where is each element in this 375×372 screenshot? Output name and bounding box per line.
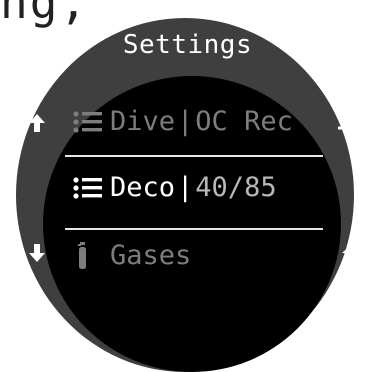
list-icon: [72, 107, 106, 137]
cropped-header-text: ng,: [0, 0, 90, 29]
arrow-down-icon[interactable]: [27, 242, 47, 264]
menu-item-value: 40/85: [195, 172, 277, 203]
menu-item-separator: |: [177, 106, 194, 137]
page-title: Settings: [122, 30, 253, 60]
menu-item-label: Dive: [110, 106, 176, 137]
menu-item-gases[interactable]: Gases: [72, 240, 191, 271]
menu-item-deco[interactable]: Deco | 40/85: [72, 172, 277, 203]
menu-item-separator: |: [177, 172, 194, 203]
menu-item-label: Gases: [110, 240, 192, 271]
divider: [65, 155, 323, 157]
gas-cylinder-icon: [72, 241, 106, 271]
menu-item-dive[interactable]: Dive | OC Rec: [72, 106, 293, 137]
arrow-up-icon[interactable]: [27, 112, 47, 134]
enter-icon[interactable]: [337, 116, 365, 140]
menu-item-label: Deco: [110, 172, 176, 203]
divider: [65, 228, 323, 230]
home-icon[interactable]: [341, 241, 365, 265]
list-icon: [72, 173, 106, 203]
menu-item-value: OC Rec: [195, 106, 293, 137]
watch-ui: ng, Settings Dive | OC Rec Deco | 40/85 …: [0, 0, 375, 372]
